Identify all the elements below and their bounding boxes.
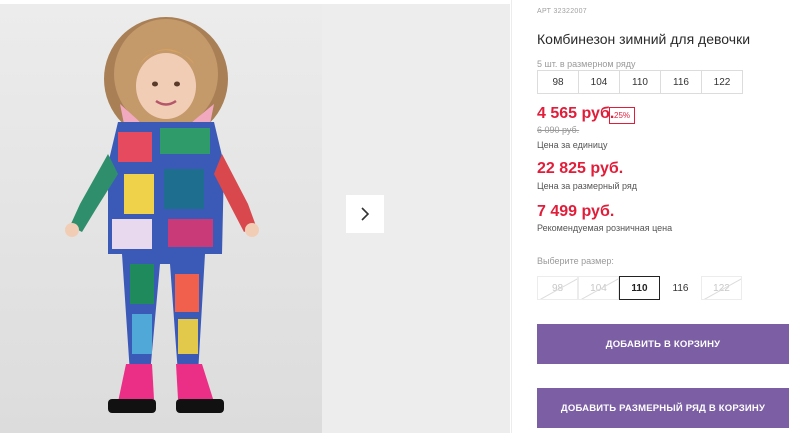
product-gallery bbox=[0, 0, 510, 433]
size-option-122[interactable]: 122 bbox=[701, 276, 742, 300]
chevron-right-icon bbox=[361, 207, 370, 221]
unit-price-label: Цена за единицу bbox=[537, 140, 608, 150]
size-row-label: 5 шт. в размерном ряду bbox=[537, 59, 636, 69]
size-row-cell: 98 bbox=[538, 71, 579, 93]
retail-price-label: Рекомендуемая розничная цена bbox=[537, 223, 673, 233]
old-price: 6 090 руб. bbox=[537, 125, 580, 135]
size-select-label: Выберите размер: bbox=[537, 256, 614, 266]
size-row-cell: 122 bbox=[713, 76, 731, 88]
product-photo[interactable] bbox=[0, 4, 322, 433]
size-row-cell: 110 bbox=[620, 71, 661, 93]
discount-badge: 25% bbox=[609, 107, 636, 124]
row-price: 22 825 руб. bbox=[537, 160, 624, 177]
size-option-110[interactable]: 110 bbox=[619, 276, 660, 300]
size-option-98[interactable]: 98 bbox=[537, 276, 578, 300]
size-selector: 98 104 110 116 122 bbox=[537, 276, 742, 300]
size-row-table: 98 104 110 116 122 bbox=[537, 70, 743, 94]
retail-price: 7 499 руб. bbox=[537, 203, 615, 220]
product-title: Комбинезон зимний для девочки bbox=[537, 31, 751, 47]
divider bbox=[511, 0, 512, 433]
size-option-104[interactable]: 104 bbox=[578, 276, 619, 300]
gallery-next-button[interactable] bbox=[346, 195, 384, 233]
size-option-116[interactable]: 116 bbox=[660, 276, 701, 300]
size-row-cell: 116 bbox=[661, 71, 702, 93]
unit-price: 4 565 руб. bbox=[537, 105, 615, 122]
size-row-cell: 104 bbox=[579, 71, 620, 93]
add-size-row-to-cart-button[interactable]: ДОБАВИТЬ РАЗМЕРНЫЙ РЯД В КОРЗИНУ bbox=[537, 388, 789, 428]
add-to-cart-button[interactable]: ДОБАВИТЬ В КОРЗИНУ bbox=[537, 324, 789, 364]
article-number: АРТ 32322007 bbox=[537, 8, 587, 15]
product-photo-illustration bbox=[0, 4, 322, 433]
row-price-label: Цена за размерный ряд bbox=[537, 181, 638, 191]
